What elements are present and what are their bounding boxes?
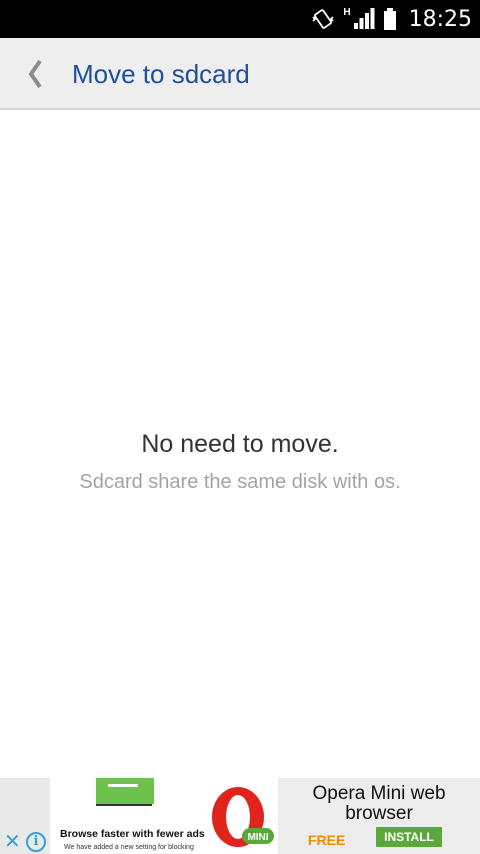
close-icon[interactable]: ✕ — [4, 832, 21, 852]
opera-mini-logo-icon: MINI — [212, 787, 274, 847]
main-content: No need to move. Sdcard share the same d… — [0, 112, 480, 778]
ad-creative[interactable]: Browse faster with fewer ads We have add… — [50, 778, 278, 854]
ad-headline: Browse faster with fewer ads — [60, 828, 205, 840]
install-button[interactable]: INSTALL — [376, 827, 442, 847]
ad-divider — [96, 804, 152, 806]
status-icons: H 18:25 — [311, 0, 472, 38]
ad-price: FREE — [308, 832, 346, 848]
chevron-left-icon — [28, 59, 42, 89]
vibrate-icon — [312, 9, 334, 29]
ad-banner[interactable]: ✕ i Browse faster with fewer ads We have… — [0, 778, 480, 854]
clock: 18:25 — [408, 6, 472, 32]
app-bar: Move to sdcard — [0, 38, 480, 110]
ad-graphic — [96, 778, 154, 804]
back-button[interactable] — [22, 54, 48, 94]
status-bar: H 18:25 — [0, 0, 480, 38]
page-title: Move to sdcard — [72, 59, 250, 89]
opera-mini-logo-text: MINI — [247, 832, 268, 843]
ad-controls: ✕ i — [0, 778, 50, 854]
signal-icon — [353, 8, 375, 29]
network-type-label: H — [343, 7, 351, 18]
ad-note: We have added a new setting for blocking — [64, 844, 194, 851]
ad-app-name: Opera Mini web browser — [312, 783, 446, 824]
battery-icon — [383, 8, 396, 30]
info-icon[interactable]: i — [26, 832, 46, 852]
empty-state-heading: No need to move. — [141, 430, 339, 458]
empty-state-detail: Sdcard share the same disk with os. — [79, 471, 401, 493]
ad-details: Opera Mini web browser FREE INSTALL — [278, 778, 480, 854]
